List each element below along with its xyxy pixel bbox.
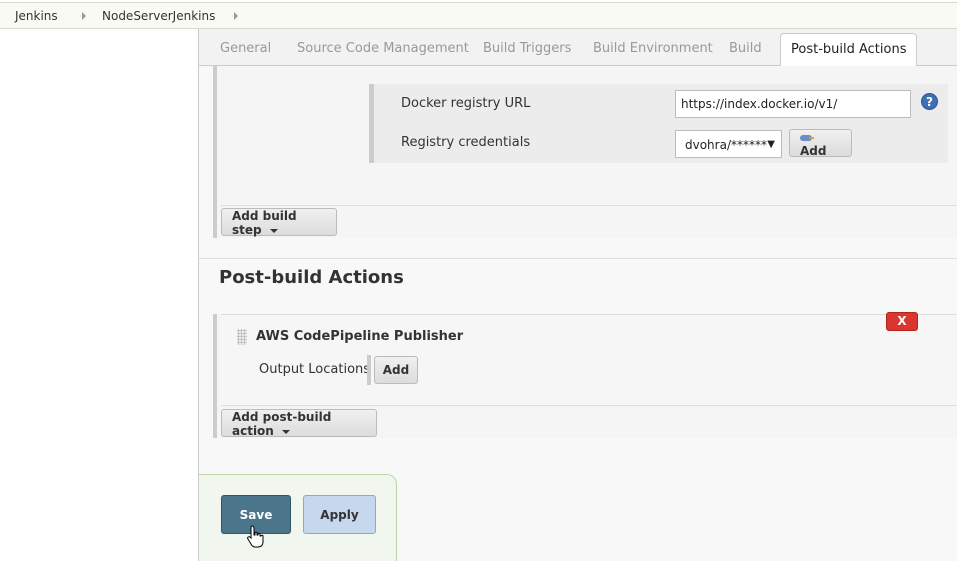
key-icon bbox=[800, 134, 814, 141]
breadcrumb-chevron-icon[interactable] bbox=[82, 12, 86, 20]
post-build-section: AWS CodePipeline Publisher X Output Loca… bbox=[213, 312, 957, 438]
help-icon[interactable]: ? bbox=[921, 93, 938, 110]
caret-down-icon bbox=[281, 429, 290, 434]
tab-general[interactable]: General bbox=[220, 41, 271, 56]
build-section: Docker registry URL Registry credentials… bbox=[213, 66, 957, 238]
save-bar: Save Apply bbox=[199, 474, 397, 561]
breadcrumb-chevron-icon[interactable] bbox=[234, 12, 238, 20]
hand-cursor-icon bbox=[247, 525, 264, 548]
tab-build-triggers[interactable]: Build Triggers bbox=[483, 41, 571, 56]
apply-button[interactable]: Apply bbox=[303, 495, 376, 534]
build-step-panel: Docker registry URL Registry credentials… bbox=[221, 66, 957, 206]
config-tabs: General Source Code Management Build Tri… bbox=[199, 29, 957, 67]
registry-url-label: Docker registry URL bbox=[401, 96, 531, 111]
credentials-selected-value: dvohra/****** bbox=[685, 138, 767, 152]
registry-credentials-select[interactable]: dvohra/****** ▼ bbox=[675, 130, 782, 158]
publisher-title: AWS CodePipeline Publisher bbox=[256, 329, 464, 344]
registry-url-input[interactable] bbox=[675, 90, 911, 118]
config-content: Docker registry URL Registry credentials… bbox=[199, 66, 957, 561]
breadcrumb: Jenkins NodeServerJenkins bbox=[0, 2, 957, 29]
tab-source-code-management[interactable]: Source Code Management bbox=[297, 41, 469, 56]
add-credentials-label: Add bbox=[800, 144, 827, 158]
post-build-heading: Post-build Actions bbox=[219, 267, 404, 288]
section-divider bbox=[199, 258, 957, 259]
delete-publisher-button[interactable]: X bbox=[886, 312, 918, 331]
add-build-step-label: Add build step bbox=[232, 209, 297, 237]
dropdown-arrow-icon: ▼ bbox=[767, 139, 775, 150]
add-build-step-button[interactable]: Add build step bbox=[221, 208, 337, 237]
add-credentials-button[interactable]: Add bbox=[789, 129, 852, 158]
add-post-build-action-button[interactable]: Add post-build action bbox=[221, 409, 377, 438]
tab-build-environment[interactable]: Build Environment bbox=[593, 41, 713, 56]
drag-handle-icon[interactable] bbox=[237, 329, 247, 345]
add-output-location-button[interactable]: Add bbox=[374, 356, 418, 384]
output-locations-container: Add bbox=[367, 355, 418, 385]
caret-down-icon bbox=[269, 228, 278, 233]
add-post-build-action-label: Add post-build action bbox=[232, 410, 332, 438]
tab-post-build-actions[interactable]: Post-build Actions bbox=[780, 33, 918, 67]
tab-build[interactable]: Build bbox=[729, 41, 762, 56]
publisher-panel: AWS CodePipeline Publisher X Output Loca… bbox=[221, 312, 957, 406]
registry-credentials-label: Registry credentials bbox=[401, 135, 531, 150]
breadcrumb-project[interactable]: NodeServerJenkins bbox=[102, 9, 215, 23]
breadcrumb-jenkins[interactable]: Jenkins bbox=[15, 9, 58, 23]
output-locations-label: Output Locations bbox=[259, 362, 371, 377]
